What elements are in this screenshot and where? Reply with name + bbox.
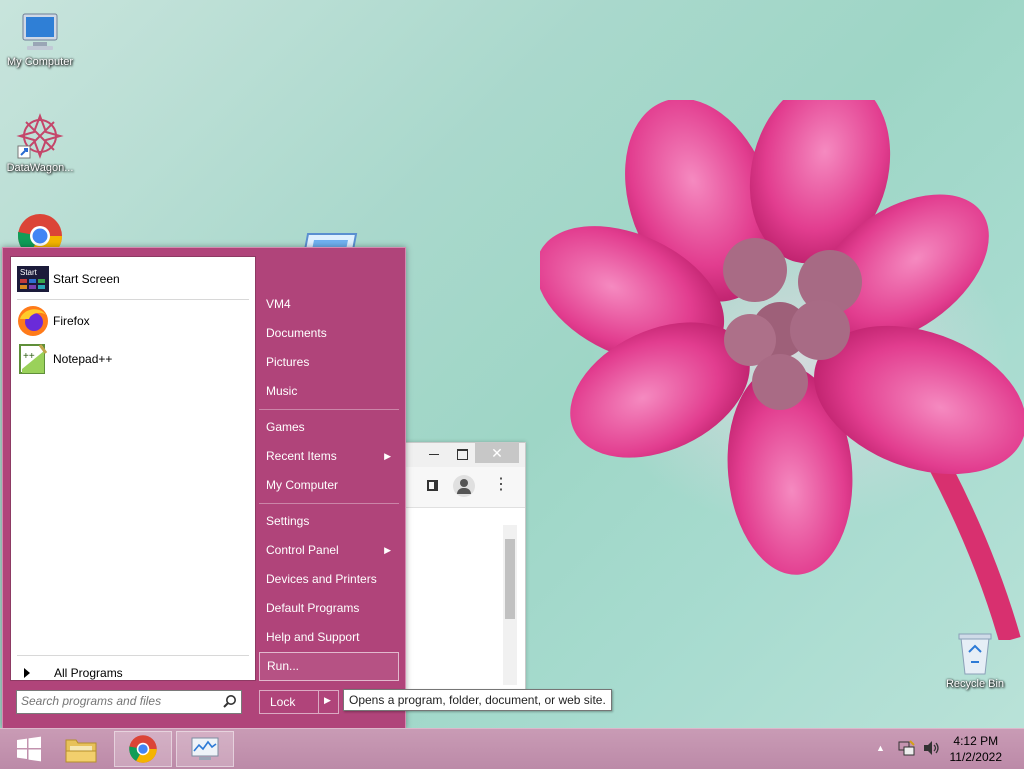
taskbar: ▲ 4:12 PM 11/2/2022 [0, 728, 1024, 769]
program-label: Firefox [53, 314, 90, 328]
close-icon[interactable]: ✕ [475, 443, 519, 463]
item-label: My Computer [266, 478, 339, 492]
places-item-help-and-support[interactable]: Help and Support [259, 625, 399, 649]
places-item-default-programs[interactable]: Default Programs [259, 596, 399, 620]
item-label: Default Programs [266, 601, 360, 615]
item-label: Settings [266, 514, 310, 528]
clock-time: 4:12 PM [953, 734, 999, 748]
lock-options-chevron-icon[interactable]: ▶ [324, 695, 331, 706]
separator [17, 299, 249, 300]
lock-divider [318, 691, 319, 713]
volume-icon[interactable] [922, 740, 940, 756]
clock-date: 11/2/2022 [949, 750, 1003, 764]
places-item-recent-items[interactable]: Recent Items ▶ [259, 444, 399, 468]
system-clock[interactable]: 4:12 PM 11/2/2022 [950, 733, 1003, 765]
places-item-control-panel[interactable]: Control Panel ▶ [259, 538, 399, 562]
places-item-documents[interactable]: Documents [259, 321, 399, 345]
datawagon-icon [16, 113, 64, 159]
places-item-games[interactable]: Games [259, 415, 399, 439]
item-label: Pictures [266, 355, 310, 369]
maximize-icon[interactable] [457, 449, 468, 460]
taskbar-resource-monitor[interactable] [176, 731, 234, 767]
browser-toolbar: ⋮ [405, 467, 525, 508]
desktop-icon-label: My Computer [6, 56, 74, 68]
program-notepadpp[interactable]: ++ Notepad++ [17, 341, 249, 377]
separator [259, 503, 399, 504]
search-box[interactable] [16, 690, 242, 714]
kebab-menu-icon[interactable]: ⋮ [493, 477, 509, 493]
item-label: VM4 [266, 297, 291, 311]
desktop-icon-datawagon[interactable]: DataWagon... [0, 112, 80, 174]
item-label: Help and Support [266, 630, 360, 644]
desktop-icon-label: Recycle Bin [945, 678, 1005, 690]
search-input[interactable] [21, 693, 211, 709]
program-label: Start Screen [53, 272, 120, 286]
start-button[interactable] [0, 731, 58, 767]
places-item-devices-and-printers[interactable]: Devices and Printers [259, 567, 399, 591]
resource-monitor-icon [191, 737, 219, 760]
file-explorer-icon [65, 739, 97, 763]
browser-window[interactable]: ✕ ⋮ [404, 442, 526, 694]
all-programs-label: All Programs [54, 666, 123, 680]
item-label: Run... [267, 659, 300, 673]
taskbar-chrome[interactable] [114, 731, 172, 767]
triangle-right-icon [24, 668, 30, 678]
firefox-icon [17, 305, 49, 337]
program-start-screen[interactable]: Start Start Screen [17, 261, 249, 297]
taskbar-file-explorer[interactable] [52, 731, 110, 767]
lock-label: Lock [270, 695, 296, 709]
chevron-right-icon: ▶ [384, 545, 391, 555]
svg-text:++: ++ [23, 351, 35, 362]
item-label: Documents [266, 326, 327, 340]
item-label: Games [266, 420, 305, 434]
search-icon[interactable] [223, 694, 237, 708]
desktop-icon-my-computer[interactable]: My Computer [0, 10, 80, 68]
chevron-right-icon: ▶ [384, 451, 391, 461]
window-titlebar[interactable]: ✕ [405, 443, 525, 467]
svg-text:Start: Start [20, 268, 38, 277]
side-panel-icon[interactable] [427, 480, 438, 491]
network-icon[interactable] [898, 739, 916, 757]
desktop-icon-recycle-bin[interactable]: Recycle Bin [935, 630, 1015, 690]
minimize-icon[interactable] [429, 454, 439, 455]
item-label: Music [266, 384, 298, 398]
recycle-bin-icon [958, 633, 992, 675]
separator [259, 409, 399, 410]
lock-button[interactable]: Lock ▶ [259, 690, 339, 714]
places-item-run[interactable]: Run... [259, 652, 399, 681]
start-menu: Start Start Screen Firefox ++ Notepad++ … [2, 247, 406, 728]
windows-start-icon [17, 736, 41, 762]
program-firefox[interactable]: Firefox [17, 303, 249, 339]
profile-icon[interactable] [453, 475, 475, 497]
start-screen-icon: Start [17, 263, 49, 295]
all-programs-button[interactable]: All Programs [18, 663, 250, 683]
places-item-vm4[interactable]: VM4 [259, 292, 399, 316]
program-label: Notepad++ [53, 352, 113, 366]
item-label: Control Panel [266, 543, 339, 557]
item-label: Devices and Printers [266, 572, 377, 586]
places-item-settings[interactable]: Settings [259, 509, 399, 533]
computer-icon [22, 13, 58, 50]
scrollbar-thumb[interactable] [505, 539, 515, 619]
separator [17, 655, 249, 656]
desktop-icon-label: DataWagon... [6, 162, 74, 174]
places-item-music[interactable]: Music [259, 379, 399, 403]
scrollbar[interactable] [503, 525, 517, 685]
flower-wallpaper [540, 100, 1024, 640]
run-tooltip: Opens a program, folder, document, or we… [343, 689, 612, 711]
item-label: Recent Items [266, 449, 337, 463]
places-item-my-computer[interactable]: My Computer [259, 473, 399, 497]
places-item-pictures[interactable]: Pictures [259, 350, 399, 374]
chrome-icon [129, 735, 157, 763]
show-hidden-icons-chevron-icon[interactable]: ▲ [876, 743, 885, 753]
desktop: My Computer DataWagon... Recycle Bin ✕ ⋮… [0, 0, 1024, 728]
start-menu-programs-pane: Start Start Screen Firefox ++ Notepad++ … [10, 256, 256, 681]
notepadpp-icon: ++ [17, 343, 49, 375]
